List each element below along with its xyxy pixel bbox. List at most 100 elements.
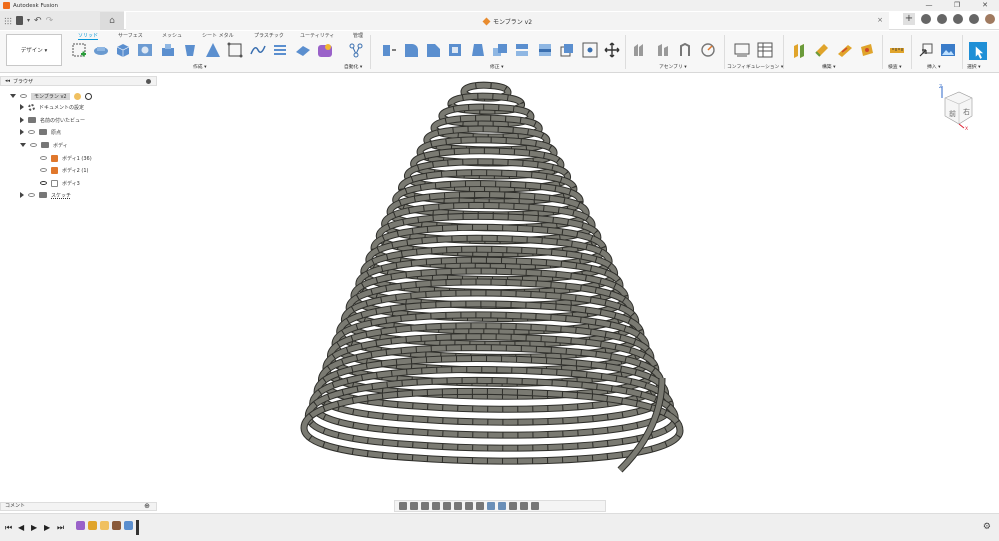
- press-pull-icon[interactable]: [381, 42, 397, 58]
- chamfer-icon[interactable]: [425, 42, 441, 58]
- group-create-label[interactable]: 作成 ▾: [193, 63, 207, 70]
- look-at-icon[interactable]: [410, 502, 418, 510]
- physical-material-icon[interactable]: [582, 42, 598, 58]
- timeline-feature-move[interactable]: [112, 521, 121, 530]
- new-tab-button[interactable]: +: [903, 13, 915, 25]
- timeline-feature-combine[interactable]: [124, 521, 133, 530]
- tab-surface[interactable]: サーフェス: [118, 32, 143, 39]
- extrude-icon[interactable]: [93, 42, 109, 58]
- tab-sheet-metal[interactable]: シート メタル: [202, 32, 234, 39]
- file-dropdown-icon[interactable]: ▾: [27, 17, 30, 24]
- tab-utilities[interactable]: ユーティリティ: [300, 32, 334, 39]
- coil-icon[interactable]: [272, 42, 288, 58]
- job-status-icon[interactable]: [937, 14, 947, 24]
- notifications-icon[interactable]: [953, 14, 963, 24]
- grid-settings-icon[interactable]: [465, 502, 473, 510]
- group-assemble-label[interactable]: アセンブリ ▾: [659, 63, 687, 70]
- tab-mesh[interactable]: メッシュ: [162, 32, 182, 39]
- plane-at-angle-icon[interactable]: [814, 42, 830, 58]
- tab-solid[interactable]: ソリッド: [78, 32, 99, 40]
- zoom-icon[interactable]: [432, 502, 440, 510]
- tree-item-document-settings[interactable]: ドキュメントの設定: [20, 102, 84, 112]
- insert-canvas-icon[interactable]: [940, 42, 956, 58]
- visibility-eye-icon[interactable]: [30, 143, 37, 147]
- form-icon[interactable]: [295, 42, 311, 58]
- pyramid-icon[interactable]: [205, 42, 221, 58]
- environment-icon[interactable]: [520, 502, 528, 510]
- pan-icon[interactable]: [421, 502, 429, 510]
- select-icon[interactable]: [969, 42, 987, 60]
- selection-filter-icon[interactable]: [487, 502, 495, 510]
- document-tab[interactable]: モンブラン v2 ×: [126, 12, 889, 30]
- step-forward-button[interactable]: ▶: [44, 523, 50, 532]
- motion-link-icon[interactable]: [700, 42, 716, 58]
- timeline-marker[interactable]: [136, 520, 139, 535]
- tree-item-bodies[interactable]: ボディ: [20, 140, 68, 150]
- group-modify-label[interactable]: 修正 ▾: [490, 63, 504, 70]
- tree-root[interactable]: モンブラン v2: [10, 91, 92, 101]
- close-window-button[interactable]: ✕: [971, 0, 999, 11]
- viewcube[interactable]: Z X 前 右: [939, 84, 975, 130]
- group-construct-label[interactable]: 構築 ▾: [822, 63, 836, 70]
- insert-derive-icon[interactable]: [918, 42, 934, 58]
- data-panel-grid-icon[interactable]: [4, 16, 12, 25]
- expand-arrow-icon[interactable]: [20, 129, 24, 135]
- expand-arrow-icon[interactable]: [20, 143, 26, 147]
- fillet-shell-icon[interactable]: [160, 42, 176, 58]
- expand-arrow-icon[interactable]: [10, 94, 16, 98]
- tree-item-origin[interactable]: 原点: [20, 127, 61, 137]
- visual-style-icon[interactable]: [509, 502, 517, 510]
- fit-icon[interactable]: [443, 502, 451, 510]
- draft-icon[interactable]: [470, 42, 486, 58]
- help-icon[interactable]: [969, 14, 979, 24]
- canvas-viewport[interactable]: [158, 74, 999, 499]
- box-icon[interactable]: [115, 42, 131, 58]
- derive-icon[interactable]: [317, 42, 333, 58]
- coil-model-body[interactable]: [300, 81, 684, 473]
- spline-icon[interactable]: [250, 42, 266, 58]
- play-button[interactable]: ▶: [31, 523, 37, 532]
- expand-arrow-icon[interactable]: [20, 117, 24, 123]
- step-back-button[interactable]: ◀: [18, 523, 24, 532]
- visibility-eye-icon[interactable]: [40, 168, 47, 172]
- timeline-settings-icon[interactable]: ⚙: [983, 522, 991, 532]
- visibility-eye-icon[interactable]: [40, 156, 47, 160]
- create-sketch-icon[interactable]: [71, 42, 87, 58]
- tree-item-body1[interactable]: ボディ1 (36): [40, 153, 92, 163]
- extensions-icon[interactable]: [921, 14, 931, 24]
- tab-plastic[interactable]: プラスチック: [254, 32, 284, 39]
- expand-arrow-icon[interactable]: [20, 192, 24, 198]
- tree-item-named-views[interactable]: 名前の付いたビュー: [20, 115, 85, 125]
- split-body-icon[interactable]: [559, 42, 575, 58]
- minimize-button[interactable]: —: [915, 0, 943, 11]
- go-to-start-button[interactable]: ⏮: [5, 523, 12, 533]
- midplane-icon[interactable]: [859, 42, 875, 58]
- box-select-icon[interactable]: [498, 502, 506, 510]
- loft-icon[interactable]: [182, 42, 198, 58]
- expand-arrow-icon[interactable]: [20, 104, 24, 110]
- go-to-end-button[interactable]: ⏭: [57, 523, 64, 533]
- orbit-icon[interactable]: [399, 502, 407, 510]
- measure-icon[interactable]: [889, 42, 905, 58]
- joint-icon[interactable]: [655, 42, 671, 58]
- workspace-switcher[interactable]: デザイン ▾: [6, 34, 62, 66]
- scale-icon[interactable]: [492, 42, 508, 58]
- replace-face-icon[interactable]: [537, 42, 553, 58]
- visibility-eye-icon[interactable]: [20, 94, 27, 98]
- restore-button[interactable]: ❐: [943, 0, 971, 11]
- configure-design-icon[interactable]: [734, 42, 750, 58]
- timeline-feature-derive[interactable]: [76, 521, 85, 530]
- fillet-icon[interactable]: [403, 42, 419, 58]
- comments-panel[interactable]: コメント ⊕: [0, 502, 157, 511]
- timeline-feature-plane[interactable]: [100, 521, 109, 530]
- viewcube-right-face[interactable]: 右: [963, 107, 970, 116]
- tree-item-body2[interactable]: ボディ2 (1): [40, 165, 89, 175]
- group-insert-label[interactable]: 挿入 ▾: [927, 63, 941, 70]
- offset-plane-icon[interactable]: [792, 42, 808, 58]
- close-tab-icon[interactable]: ×: [877, 16, 883, 24]
- as-built-joint-icon[interactable]: [677, 42, 693, 58]
- user-avatar[interactable]: [985, 14, 995, 24]
- configuration-table-icon[interactable]: [757, 42, 773, 58]
- new-component-icon[interactable]: [632, 42, 648, 58]
- timeline-feature-sketch[interactable]: [88, 521, 97, 530]
